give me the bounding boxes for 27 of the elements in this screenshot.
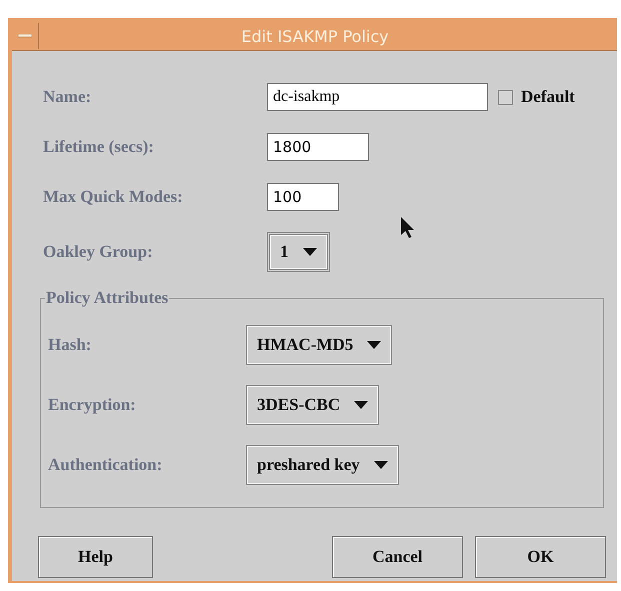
field-label: Encryption:	[48, 395, 137, 415]
text-field[interactable]: 100	[267, 183, 339, 211]
caret-icon	[367, 341, 382, 349]
text-field[interactable]: 1800	[267, 133, 369, 161]
dialog-button[interactable]: OK	[475, 536, 606, 578]
dropdown[interactable]: HMAC-MD5	[246, 325, 392, 365]
field-label: Authentication:	[48, 455, 164, 475]
caret-icon	[374, 461, 388, 469]
field-label: Hash:	[48, 335, 92, 355]
mouse-pointer-icon	[401, 217, 415, 239]
dropdown[interactable]: preshared key	[246, 445, 399, 485]
dropdown[interactable]: 1	[267, 232, 330, 272]
window-title: Edit ISAKMP Policy	[240, 26, 390, 46]
field-label: Lifetime (secs):	[43, 137, 155, 157]
caret-icon	[302, 248, 316, 256]
field-label: Oakley Group:	[43, 242, 154, 262]
group-title: Policy Attributes	[45, 288, 170, 308]
checkbox-label: Default	[521, 87, 575, 107]
dropdown[interactable]: 3DES-CBC	[246, 385, 380, 425]
checkbox[interactable]	[498, 90, 513, 104]
field-label: Max Quick Modes:	[43, 187, 184, 207]
dialog-button[interactable]: Cancel	[332, 536, 463, 578]
minus-icon	[18, 34, 32, 38]
field-label: Name:	[43, 87, 92, 107]
dialog-button[interactable]: Help	[38, 536, 153, 578]
caret-icon	[354, 401, 368, 409]
text-field[interactable]: dc-isakmp	[267, 83, 488, 111]
